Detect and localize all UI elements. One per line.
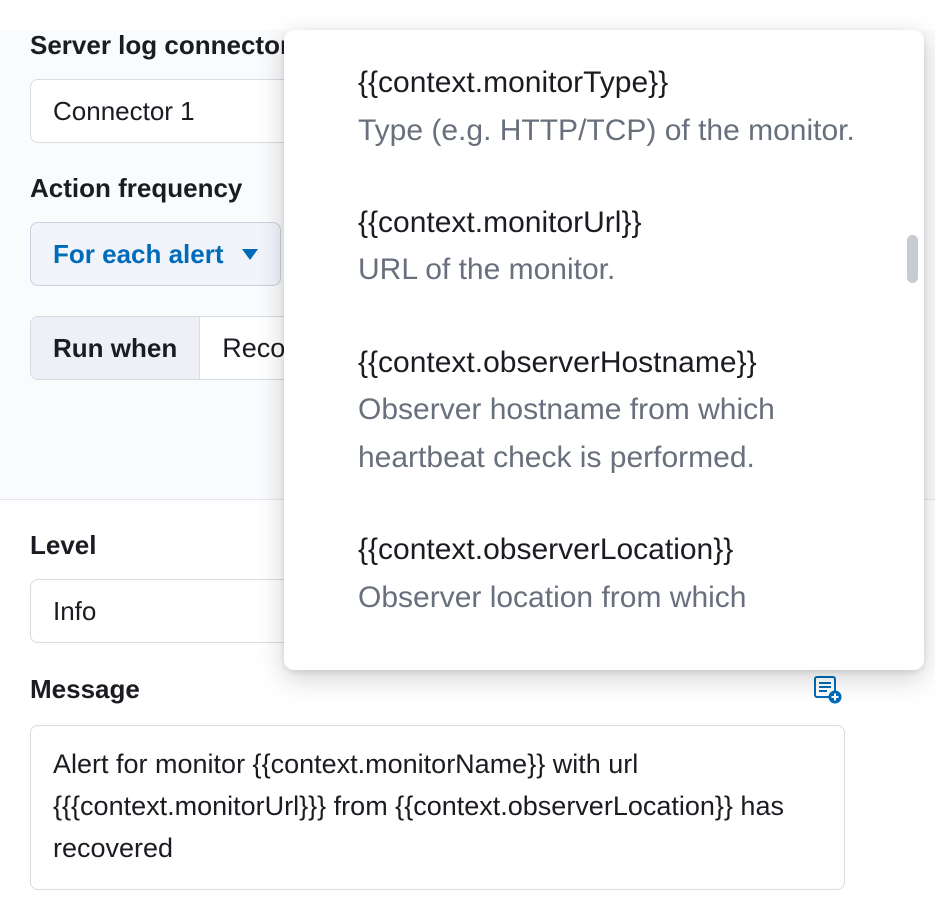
variable-desc: Type (e.g. HTTP/TCP) of the monitor.: [358, 107, 860, 154]
variable-name: {{context.observerLocation}}: [358, 527, 860, 574]
variable-name: {{context.monitorUrl}}: [358, 200, 860, 247]
variable-popover-scroll[interactable]: {{context.monitorType}} Type (e.g. HTTP/…: [284, 30, 924, 670]
variable-option[interactable]: {{context.observerHostname}} Observer ho…: [358, 340, 860, 481]
variable-desc: Observer hostname from which heartbeat c…: [358, 386, 860, 481]
level-value: Info: [53, 596, 96, 627]
variable-option[interactable]: {{context.monitorType}} Type (e.g. HTTP/…: [358, 60, 860, 154]
insert-variable-icon: [811, 673, 843, 705]
variable-name: {{context.observerHostname}}: [358, 340, 860, 387]
variable-option[interactable]: {{context.observerLocation}} Observer lo…: [358, 527, 860, 621]
variable-popover: {{context.monitorType}} Type (e.g. HTTP/…: [284, 30, 924, 670]
frequency-value: For each alert: [53, 239, 224, 270]
frequency-select-button[interactable]: For each alert: [30, 222, 281, 286]
chevron-down-icon: [242, 249, 258, 260]
variable-name: {{context.monitorType}}: [358, 60, 860, 107]
scrollbar-thumb[interactable]: [907, 235, 918, 283]
run-when-prepend-label: Run when: [31, 317, 200, 379]
variable-desc: Observer location from which: [358, 574, 860, 621]
insert-variable-button[interactable]: [809, 671, 845, 707]
message-textarea[interactable]: [30, 725, 845, 890]
variable-option[interactable]: {{context.monitorUrl}} URL of the monito…: [358, 200, 860, 294]
message-label: Message: [30, 674, 140, 705]
variable-desc: URL of the monitor.: [358, 246, 860, 293]
